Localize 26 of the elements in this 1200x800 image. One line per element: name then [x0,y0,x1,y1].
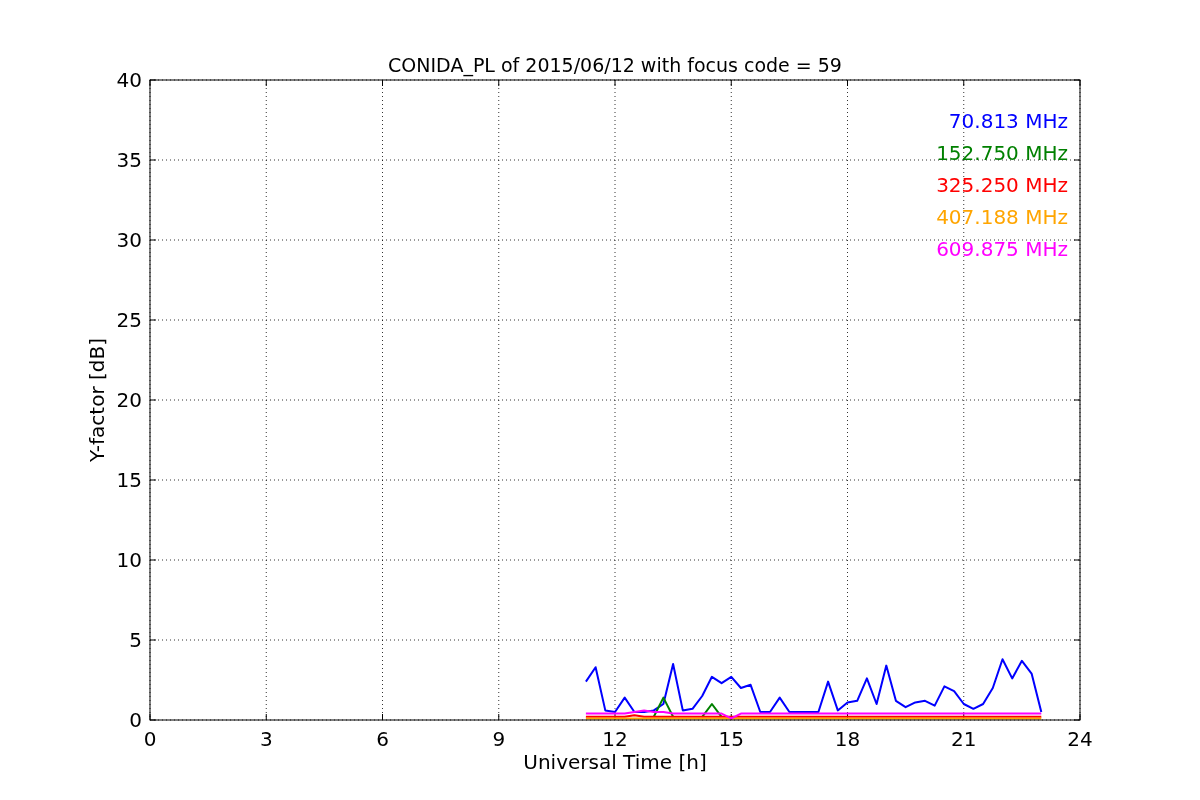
axis-tick-label: 0 [129,708,142,732]
axis-tick-label: 15 [116,468,142,492]
axis-tick-label: 10 [116,548,142,572]
axis-tick-label: 35 [116,148,142,172]
axis-tick-label: 15 [718,727,744,751]
axis-tick-label: 21 [951,727,977,751]
axis-tick-label: 12 [602,727,628,751]
legend-label: 70.813 MHz [948,109,1068,133]
axis-tick-label: 20 [116,388,142,412]
axis-tick-label: 3 [259,727,273,751]
axis-tick-label: 9 [492,727,506,751]
legend-label: 609.875 MHz [936,237,1068,261]
legend-label: 325.250 MHz [936,173,1068,197]
axis-tick-label: 0 [143,727,157,751]
axis-tick-label: 6 [376,727,389,751]
axis-tick-label: 30 [116,228,142,252]
x-axis-label: Universal Time [h] [523,750,707,774]
legend-label: 152.750 MHz [936,141,1068,165]
chart-title: CONIDA_PL of 2015/06/12 with focus code = 59 [388,54,842,76]
axis-tick-label: 5 [129,628,142,652]
axis-tick-label: 40 [116,68,142,92]
axis-tick-label: 24 [1067,727,1093,751]
axis-tick-label: 25 [116,308,142,332]
legend-label: 407.188 MHz [936,205,1068,229]
y-axis-label: Y-factor [dB] [85,338,109,462]
axis-tick-label: 18 [834,727,861,751]
